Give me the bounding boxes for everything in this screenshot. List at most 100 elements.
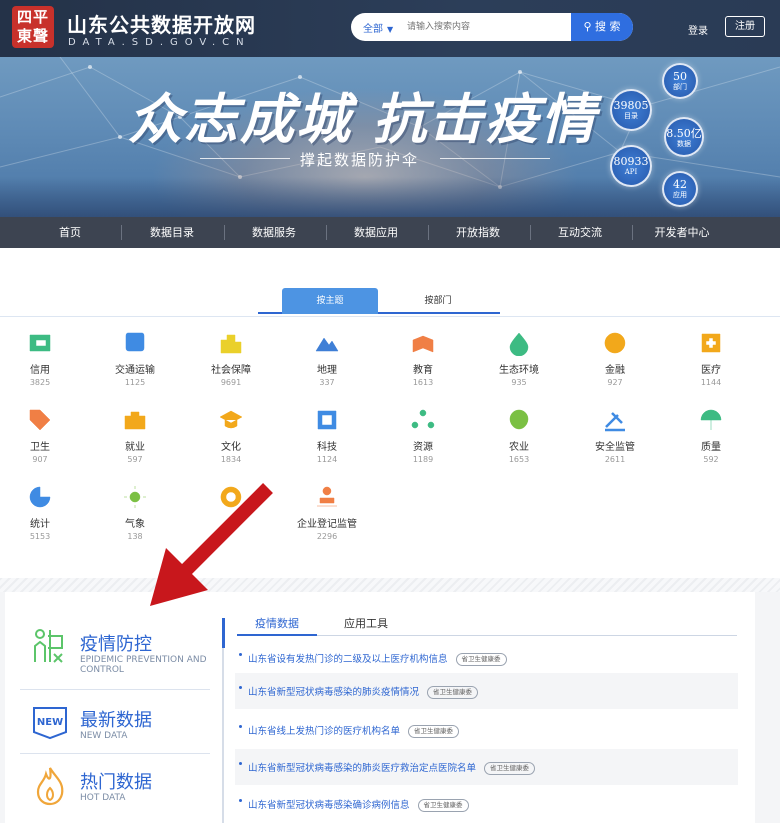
search-scope-label: 全部 [363, 24, 383, 35]
category-item[interactable]: 卫生 907 [0, 407, 80, 464]
category-item[interactable]: 质量 592 [671, 407, 751, 464]
category-count: 138 [127, 532, 143, 541]
category-icon [315, 337, 339, 352]
stat-bubble[interactable]: 39805 目录 [610, 89, 652, 131]
epidemic-icon [34, 629, 63, 663]
category-name: 质量 [701, 442, 721, 453]
stat-label: API [624, 168, 638, 176]
search-icon: ⚲ [583, 20, 592, 33]
category-icon [604, 332, 626, 354]
category-name: 金融 [605, 365, 625, 376]
side-menu-epidemic[interactable]: 疫情防控 EPIDEMIC PREVENTION AND CONTROL [20, 622, 210, 682]
tab-app-tools[interactable]: 应用工具 [331, 614, 401, 636]
category-count: 2611 [604, 455, 626, 464]
dataset-row[interactable]: 山东省线上发热门诊的医疗机构名单 省卫生健康委 [235, 712, 738, 748]
stat-bubble[interactable]: 50 部门 [662, 63, 698, 99]
category-item[interactable]: 安全监管 2611 [575, 407, 655, 464]
category-item[interactable]: 企业登记监管 2296 [287, 484, 367, 541]
category-icon [317, 486, 337, 507]
category-item[interactable]: 农业 1653 [479, 407, 559, 464]
dataset-link[interactable]: 山东省新型冠状病毒感染确诊病例信息 省卫生健康委 [248, 797, 469, 812]
hero-banner: 众志成城 抗击疫情 撑起数据防护伞 50 部门 39805 目录 8.50亿 数… [0, 57, 780, 217]
category-name: 教育 [413, 365, 433, 376]
dataset-row[interactable]: 山东省新型冠状病毒感染确诊病例信息 省卫生健康委 [235, 786, 738, 822]
search-input[interactable] [407, 17, 567, 37]
dataset-link[interactable]: 山东省新型冠状病毒感染的肺炎疫情情况 省卫生健康委 [248, 684, 479, 699]
stat-value: 42 [673, 178, 687, 191]
bullet-icon [239, 799, 242, 802]
category-icon [125, 332, 145, 352]
category-item[interactable]: 金融 927 [575, 330, 655, 387]
category-icon [411, 409, 435, 429]
category-item[interactable]: 就业 597 [95, 407, 175, 464]
site-logo[interactable]: 四平 東聲 [12, 6, 54, 48]
dataset-row[interactable]: 山东省设有发热门诊的二级及以上医疗机构信息 省卫生健康委 [235, 640, 738, 676]
stat-label: 目录 [624, 112, 638, 120]
category-icon [124, 486, 146, 508]
side-menu-title: 热门数据 [80, 772, 152, 793]
side-menu-hot-data[interactable]: 热门数据 HOT DATA [20, 762, 210, 812]
category-item[interactable]: 信用 3825 [0, 330, 80, 387]
category-icon [124, 411, 146, 430]
side-menu-subtitle: HOT DATA [80, 793, 126, 803]
dataset-link[interactable]: 山东省设有发热门诊的二级及以上医疗机构信息 省卫生健康委 [248, 651, 507, 666]
dataset-title: 山东省新型冠状病毒感染的肺炎疫情情况 [248, 687, 420, 698]
nav-item-services[interactable]: 数据服务 [224, 217, 324, 248]
category-icon [701, 333, 721, 353]
category-item[interactable]: 医疗 1144 [671, 330, 751, 387]
category-item[interactable]: 气象 138 [95, 484, 175, 541]
category-icon [219, 410, 243, 429]
category-icon [412, 335, 434, 353]
search-button[interactable]: ⚲ 搜 索 [571, 13, 633, 41]
category-item[interactable]: 科技 1124 [287, 407, 367, 464]
side-menu-active-indicator [222, 618, 225, 648]
stat-value: 39805 [613, 99, 649, 112]
department-tag: 省卫生健康委 [455, 653, 507, 666]
nav-item-catalog[interactable]: 数据目录 [122, 217, 222, 248]
category-item[interactable]: 资源 1189 [383, 407, 463, 464]
category-name: 信用 [30, 365, 50, 376]
dataset-link[interactable]: 山东省线上发热门诊的医疗机构名单 省卫生健康委 [248, 723, 460, 738]
category-name: 农业 [509, 442, 529, 453]
category-item[interactable]: 地理 337 [287, 330, 367, 387]
department-tag: 省卫生健康委 [484, 762, 536, 775]
search-scope-dropdown[interactable]: 全部 ▼ [363, 20, 393, 35]
nav-item-developer[interactable]: 开发者中心 [632, 217, 732, 248]
dataset-row[interactable]: 山东省新型冠状病毒感染的肺炎医疗救治定点医院名单 省卫生健康委 [235, 749, 738, 785]
category-icon [509, 409, 529, 430]
category-count: 3825 [29, 378, 51, 387]
nav-item-home[interactable]: 首页 [20, 217, 120, 248]
login-link[interactable]: 登录 [688, 22, 708, 37]
nav-item-apps[interactable]: 数据应用 [326, 217, 426, 248]
category-item[interactable]: 统计 5153 [0, 484, 80, 541]
dataset-row[interactable]: 山东省新型冠状病毒感染的肺炎疫情情况 省卫生健康委 [235, 673, 738, 709]
category-item[interactable]: 文化 1834 [191, 407, 271, 464]
stat-bubble[interactable]: 42 应用 [662, 171, 698, 207]
category-item[interactable] [191, 484, 271, 515]
nav-item-index[interactable]: 开放指数 [428, 217, 528, 248]
category-item[interactable]: 教育 1613 [383, 330, 463, 387]
site-title[interactable]: 山东公共数据开放网 [67, 9, 256, 38]
tab-by-department[interactable]: 按部门 [408, 288, 468, 314]
side-menu-new-data[interactable]: NEW 最新数据 NEW DATA [20, 698, 210, 748]
tab-epidemic-data[interactable]: 疫情数据 [237, 614, 317, 636]
tab-by-theme[interactable]: 按主题 [282, 288, 378, 314]
category-count: 1653 [508, 455, 530, 464]
category-item[interactable]: 生态环境 935 [479, 330, 559, 387]
dataset-link[interactable]: 山东省新型冠状病毒感染的肺炎医疗救治定点医院名单 省卫生健康委 [248, 760, 536, 775]
stat-bubble[interactable]: 80933 API [610, 145, 652, 187]
side-menu-title: 疫情防控 [80, 634, 152, 655]
category-icon [29, 334, 51, 352]
dataset-title: 山东省设有发热门诊的二级及以上医疗机构信息 [248, 654, 448, 665]
side-menu-divider [20, 753, 210, 754]
register-button[interactable]: 注册 [725, 16, 765, 37]
category-item[interactable]: 交通运输 1125 [95, 330, 175, 387]
category-icon [509, 332, 529, 356]
nav-item-interaction[interactable]: 互动交流 [530, 217, 630, 248]
category-name: 社会保障 [211, 365, 251, 376]
side-menu-track [222, 618, 224, 823]
category-item[interactable]: 社会保障 9691 [191, 330, 271, 387]
category-name: 科技 [317, 442, 337, 453]
data-sub-tabs: 疫情数据 应用工具 [237, 614, 737, 636]
stat-bubble[interactable]: 8.50亿 数据 [664, 117, 704, 157]
